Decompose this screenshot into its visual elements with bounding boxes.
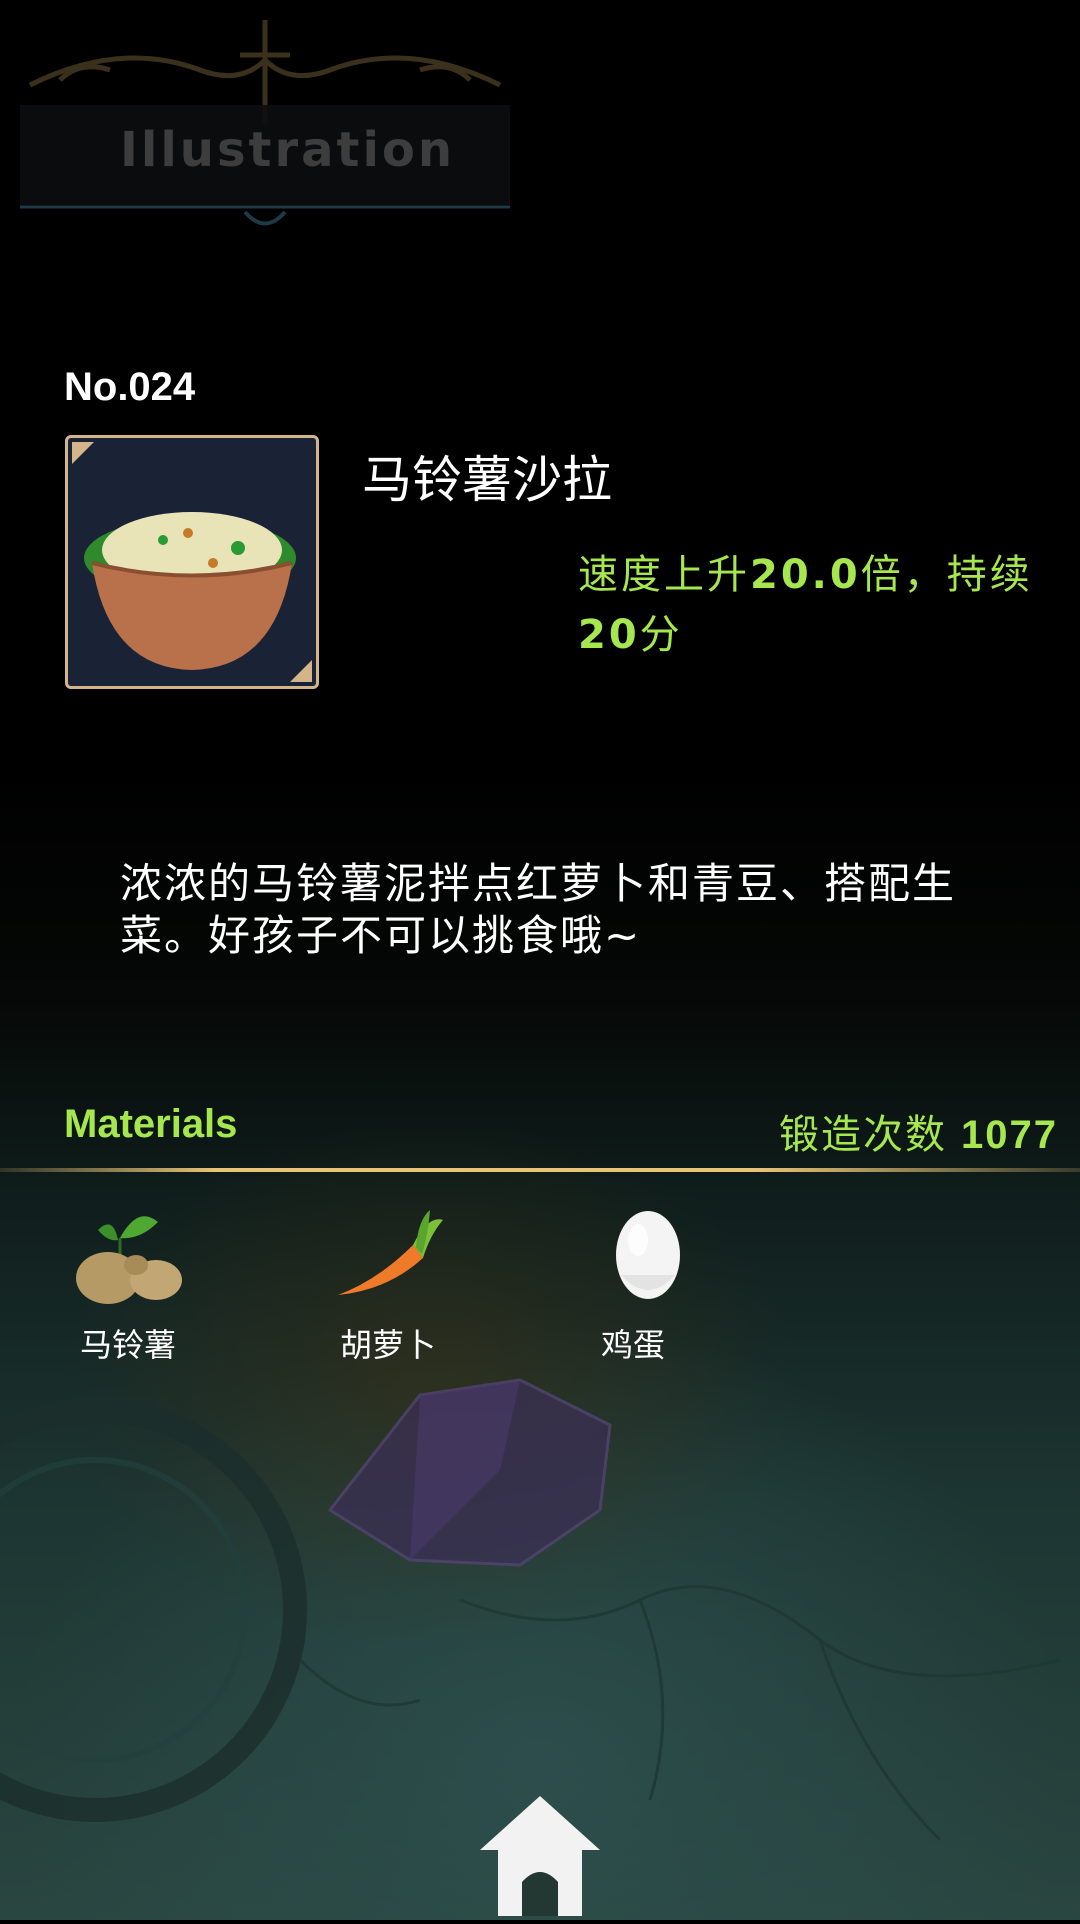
forge-count-value: 1077: [961, 1113, 1058, 1157]
effect-suffix: 分: [639, 612, 683, 658]
material-label: 马铃薯: [79, 1326, 176, 1364]
item-effect: 速度上升20.0倍，持续 20分: [578, 545, 1038, 665]
item-number: No.024: [64, 365, 196, 409]
potato-icon: [76, 1216, 182, 1304]
item-name: 马铃薯沙拉: [362, 451, 612, 509]
material-item-carrot[interactable]: 胡萝卜: [298, 1200, 478, 1370]
material-label: 胡萝卜: [339, 1326, 436, 1364]
material-item-potato[interactable]: 马铃薯: [38, 1200, 218, 1370]
effect-duration: 20: [578, 612, 640, 658]
item-description: 浓浓的马铃薯泥拌点红萝卜和青豆、搭配生菜。好孩子不可以挑食哦~: [120, 859, 957, 960]
effect-mid: 倍，持续: [860, 552, 1033, 598]
materials-divider: [0, 1168, 1080, 1172]
page-title: Illustration: [120, 122, 456, 178]
item-image-frame: [65, 435, 319, 689]
effect-prefix: 速度上升: [578, 552, 750, 598]
home-button[interactable]: [470, 1790, 610, 1920]
material-label: 鸡蛋: [600, 1326, 665, 1364]
egg-icon: [616, 1211, 680, 1299]
forge-count-label: 锻造次数: [779, 1112, 948, 1158]
effect-multiplier: 20.0: [750, 552, 861, 598]
home-icon: [480, 1796, 600, 1916]
material-item-egg[interactable]: 鸡蛋: [543, 1200, 723, 1370]
carrot-icon: [338, 1210, 443, 1295]
materials-heading: Materials: [64, 1102, 238, 1146]
potato-salad-icon: [72, 442, 312, 682]
forge-count: 锻造次数 1077: [779, 1102, 1058, 1160]
